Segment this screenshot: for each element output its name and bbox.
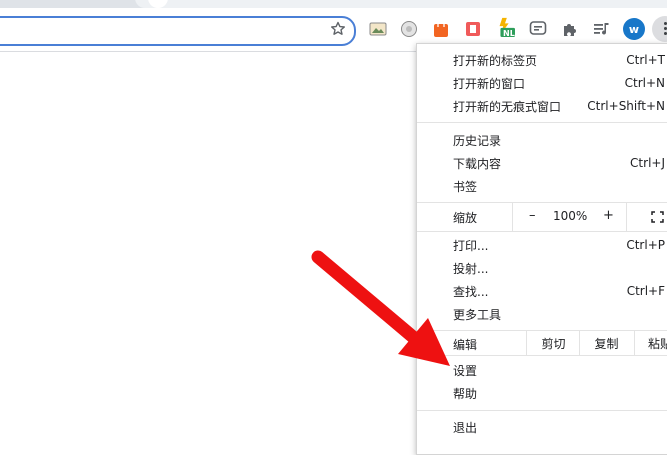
shopping-bag-icon[interactable] [431,19,451,39]
chat-icon[interactable] [528,19,548,39]
chrome-main-menu: 打开新的标签页 Ctrl+T 打开新的窗口 Ctrl+N 打开新的无痕式窗口 C… [416,43,667,455]
zoom-row: 缩放 – 100% + [417,202,667,232]
zoom-value: 100% [553,209,588,223]
menu-item-label: 帮助 [453,386,478,401]
menu-item-shortcut: Ctrl+T [626,53,665,67]
fullscreen-icon[interactable] [651,211,664,223]
menu-item-help[interactable]: 帮助 [417,382,667,404]
address-bar[interactable] [0,16,356,46]
menu-item-label: 设置 [453,363,478,378]
zoom-in-button[interactable]: + [603,208,614,223]
menu-item-shortcut: Ctrl+J [630,156,665,170]
zoom-out-button[interactable]: – [529,208,536,223]
bookmark-star-icon[interactable] [330,21,346,37]
menu-item-downloads[interactable]: 下载内容 Ctrl+J [417,152,667,174]
menu-item-new-tab[interactable]: 打开新的标签页 Ctrl+T [417,49,667,71]
menu-item-label: 打开新的无痕式窗口 [453,99,562,114]
nl-badge-icon[interactable]: NL [495,17,515,38]
cut-label: 剪切 [541,336,566,351]
red-book-icon[interactable] [463,19,483,39]
zoom-label: 缩放 [453,211,478,225]
menu-item-shortcut: Ctrl+F [626,284,665,298]
menu-item-label: 打开新的窗口 [453,76,526,91]
active-tab[interactable] [135,0,667,8]
media-queue-icon[interactable] [592,19,612,39]
menu-item-label: 打开新的标签页 [453,53,538,68]
menu-item-new-window[interactable]: 打开新的窗口 Ctrl+N [417,72,667,94]
menu-item-cast[interactable]: 投射... [417,257,667,279]
profile-avatar[interactable]: w [623,18,645,40]
menu-separator [417,410,667,411]
cut-button[interactable]: 剪切 [526,331,580,355]
puzzle-icon[interactable] [560,19,580,39]
paste-button[interactable]: 粘贴 [634,331,667,355]
menu-separator [417,122,667,123]
menu-item-label: 更多工具 [453,307,502,322]
menu-item-more-tools[interactable]: 更多工具 [417,303,667,325]
edit-label: 编辑 [453,338,478,352]
tab-strip [0,0,667,8]
menu-item-label: 退出 [453,420,478,435]
menu-item-shortcut: Ctrl+Shift+N [587,99,665,113]
zoom-control: – 100% + [512,203,627,231]
copy-label: 复制 [594,336,619,351]
menu-kebab-icon[interactable] [652,16,667,42]
menu-item-label: 打印... [453,238,489,253]
menu-item-label: 查找... [453,284,489,299]
menu-item-label: 投射... [453,261,489,276]
menu-item-label: 书签 [453,179,478,194]
edit-row: 编辑 剪切 复制 粘贴 [417,330,667,356]
cookie-icon[interactable] [399,19,419,39]
menu-item-settings[interactable]: 设置 [417,359,667,381]
menu-item-shortcut: Ctrl+N [624,76,665,90]
paste-label: 粘贴 [648,336,667,351]
menu-item-exit[interactable]: 退出 [417,416,667,438]
menu-item-label: 下载内容 [453,156,502,171]
menu-item-label: 历史记录 [453,133,502,148]
image-icon[interactable] [368,19,388,39]
menu-item-shortcut: Ctrl+P [626,238,665,252]
menu-item-history[interactable]: 历史记录 [417,129,667,151]
menu-item-print[interactable]: 打印... Ctrl+P [417,234,667,256]
copy-button[interactable]: 复制 [579,331,633,355]
menu-item-new-incognito[interactable]: 打开新的无痕式窗口 Ctrl+Shift+N [417,95,667,117]
nl-badge-text: NL [503,29,515,38]
menu-item-find[interactable]: 查找... Ctrl+F [417,280,667,302]
menu-item-bookmarks[interactable]: 书签 [417,175,667,197]
